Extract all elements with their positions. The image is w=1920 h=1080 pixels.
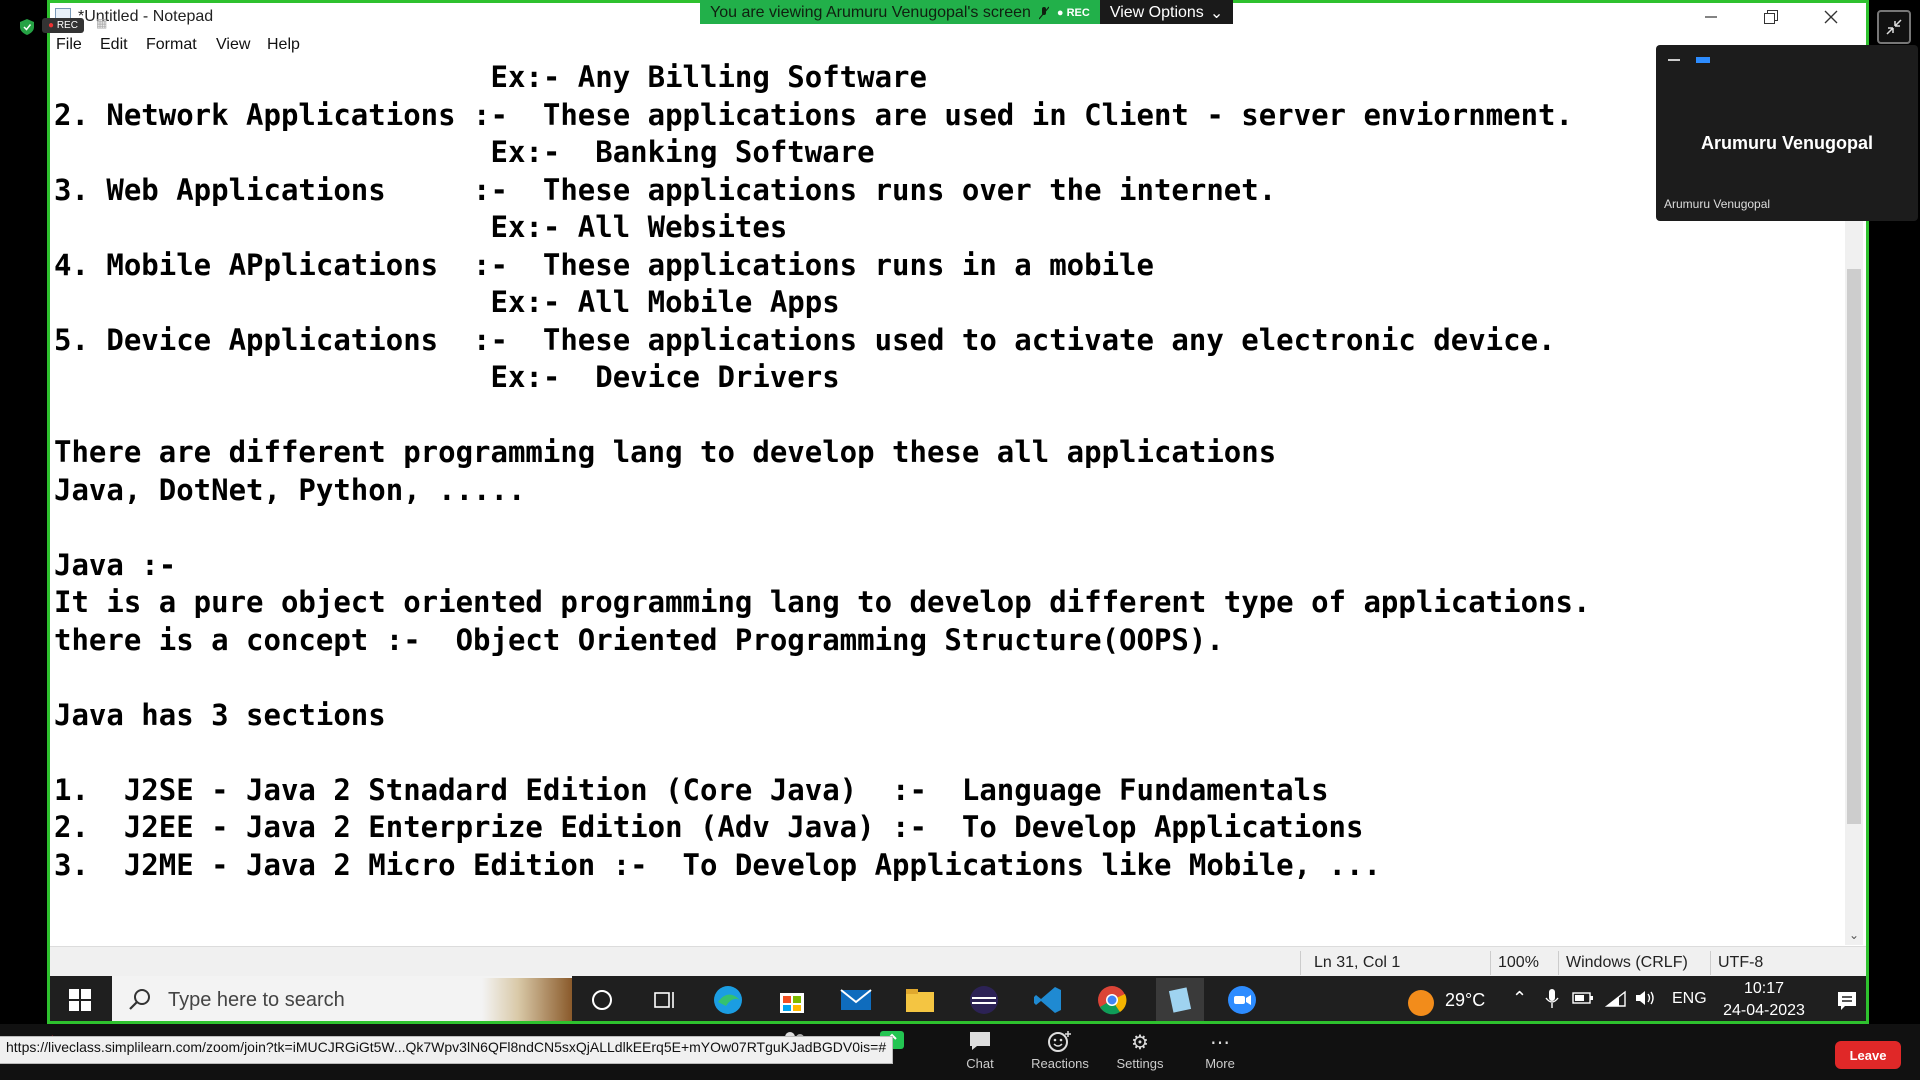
taskbar-search-box[interactable]: Type here to search — [112, 976, 572, 1021]
collapse-arrows-icon — [1886, 19, 1902, 35]
video-view-toggle-icon[interactable] — [1696, 57, 1710, 63]
chevron-up-icon[interactable]: ⌃ — [1512, 988, 1527, 1009]
battery-icon[interactable] — [1572, 988, 1594, 1011]
close-icon — [1824, 10, 1838, 24]
temperature[interactable]: 29°C — [1445, 990, 1485, 1011]
store-icon[interactable] — [772, 982, 812, 1018]
minimize-button[interactable] — [1681, 3, 1741, 31]
chat-icon — [940, 1030, 1020, 1052]
clock-time: 10:17 — [1743, 980, 1785, 997]
wifi-icon[interactable] — [1604, 988, 1627, 1013]
menu-help[interactable]: Help — [267, 36, 300, 54]
mic-muted-icon — [1038, 6, 1049, 20]
speaker-label: Arumuru Venugopal — [1664, 197, 1771, 211]
speaker-name: Arumuru Venugopal — [1700, 133, 1873, 153]
gear-icon: ⚙ — [1131, 1032, 1149, 1054]
notification-icon[interactable] — [1836, 990, 1858, 1017]
text-editor-area[interactable]: Ex:- Any Billing Software 2. Network App… — [54, 59, 1854, 939]
viewing-banner-text: You are viewing Arumuru Venugopal's scre… — [710, 4, 1031, 21]
line-ending: Windows (CRLF) — [1566, 954, 1688, 971]
status-separator — [1710, 951, 1711, 975]
more-label: More — [1205, 1056, 1235, 1071]
chevron-down-icon: ⌄ — [1209, 5, 1224, 22]
language-indicator[interactable]: ENG — [1672, 990, 1707, 1008]
zoom-level: 100% — [1498, 954, 1539, 971]
menu-view[interactable]: View — [216, 36, 250, 54]
leave-button[interactable]: Leave — [1835, 1041, 1901, 1069]
minimize-video-icon[interactable] — [1668, 59, 1680, 61]
status-bar: Ln 31, Col 1 100% Windows (CRLF) UTF-8 — [50, 946, 1866, 979]
cortana-icon[interactable] — [582, 982, 622, 1018]
microphone-icon[interactable] — [1545, 988, 1559, 1015]
shared-screen: *Untitled - Notepad File Edit Format Vie… — [47, 0, 1869, 1024]
search-highlight-image — [482, 978, 572, 1021]
reactions-button[interactable]: Reactions — [1020, 1030, 1100, 1071]
eclipse-icon[interactable] — [964, 982, 1004, 1018]
chat-button[interactable]: Chat — [940, 1030, 1020, 1071]
recording-indicator: ● REC — [1056, 7, 1090, 19]
more-button[interactable]: ⋯ More — [1180, 1030, 1260, 1071]
rec-badge-label: REC — [56, 20, 78, 31]
vscode-icon[interactable] — [1028, 982, 1068, 1018]
settings-label: Settings — [1116, 1056, 1164, 1071]
status-separator — [1558, 951, 1559, 975]
link-hover-url: https://liveclass.simplilearn.com/zoom/j… — [0, 1036, 894, 1064]
chrome-icon[interactable] — [1092, 982, 1132, 1018]
rec-label: REC — [1066, 7, 1090, 19]
status-separator — [1300, 951, 1301, 975]
weather-sun-icon[interactable] — [1408, 990, 1434, 1016]
speaker-video-tile[interactable]: Arumuru Venugopal Arumuru Venugopal — [1656, 45, 1918, 221]
cursor-position: Ln 31, Col 1 — [1314, 954, 1401, 971]
exit-fullscreen-button[interactable] — [1877, 10, 1911, 44]
volume-icon[interactable] — [1634, 988, 1658, 1013]
view-options-label: View Options — [1109, 4, 1204, 21]
scrollbar-thumb[interactable] — [1847, 269, 1861, 824]
shield-check-icon — [20, 19, 34, 35]
menu-bar: File Edit Format View Help — [50, 33, 1866, 57]
zoom-icon[interactable] — [1222, 982, 1262, 1018]
chat-label: Chat — [966, 1056, 994, 1071]
status-separator — [1490, 951, 1491, 975]
clock-date: 24-04-2023 — [1723, 1002, 1805, 1019]
file-explorer-icon[interactable] — [900, 982, 940, 1018]
view-options-button[interactable]: View Options ⌄ — [1099, 0, 1234, 24]
viewing-banner-label: You are viewing Arumuru Venugopal's scre… — [700, 0, 1100, 24]
viewing-banner: You are viewing Arumuru Venugopal's scre… — [700, 0, 1234, 24]
search-icon — [129, 989, 150, 1010]
more-dots-icon: ⋯ — [1210, 1032, 1230, 1054]
encoding: UTF-8 — [1718, 954, 1764, 971]
notepad-icon[interactable] — [1156, 978, 1204, 1021]
restore-icon — [1764, 10, 1778, 24]
edge-icon[interactable] — [708, 982, 748, 1018]
search-placeholder: Type here to search — [168, 989, 345, 1011]
start-button[interactable] — [50, 976, 110, 1021]
mail-icon[interactable] — [836, 982, 876, 1018]
menu-format[interactable]: Format — [146, 36, 197, 54]
recording-status: ● REC ▦ — [0, 14, 116, 40]
settings-button[interactable]: ⚙ Settings — [1100, 1030, 1180, 1071]
windows-logo-icon — [69, 989, 91, 1011]
rec-dot-icon: ● — [48, 20, 55, 31]
rec-badge[interactable]: ● REC — [42, 18, 84, 33]
minimize-icon — [1705, 16, 1717, 18]
close-button[interactable] — [1801, 3, 1861, 31]
restore-button[interactable] — [1741, 3, 1801, 31]
scroll-down-arrow-icon[interactable]: ⌄ — [1845, 927, 1863, 943]
reactions-label: Reactions — [1031, 1056, 1089, 1071]
task-view-icon[interactable] — [646, 982, 686, 1018]
reactions-icon — [1020, 1030, 1100, 1052]
windows-taskbar: Type here to search 29°C ⌃ ENG 10:17 24-… — [50, 976, 1866, 1021]
gallery-view-icon[interactable]: ▦ — [96, 16, 112, 34]
clock[interactable]: 10:17 24-04-2023 — [1704, 976, 1824, 1021]
